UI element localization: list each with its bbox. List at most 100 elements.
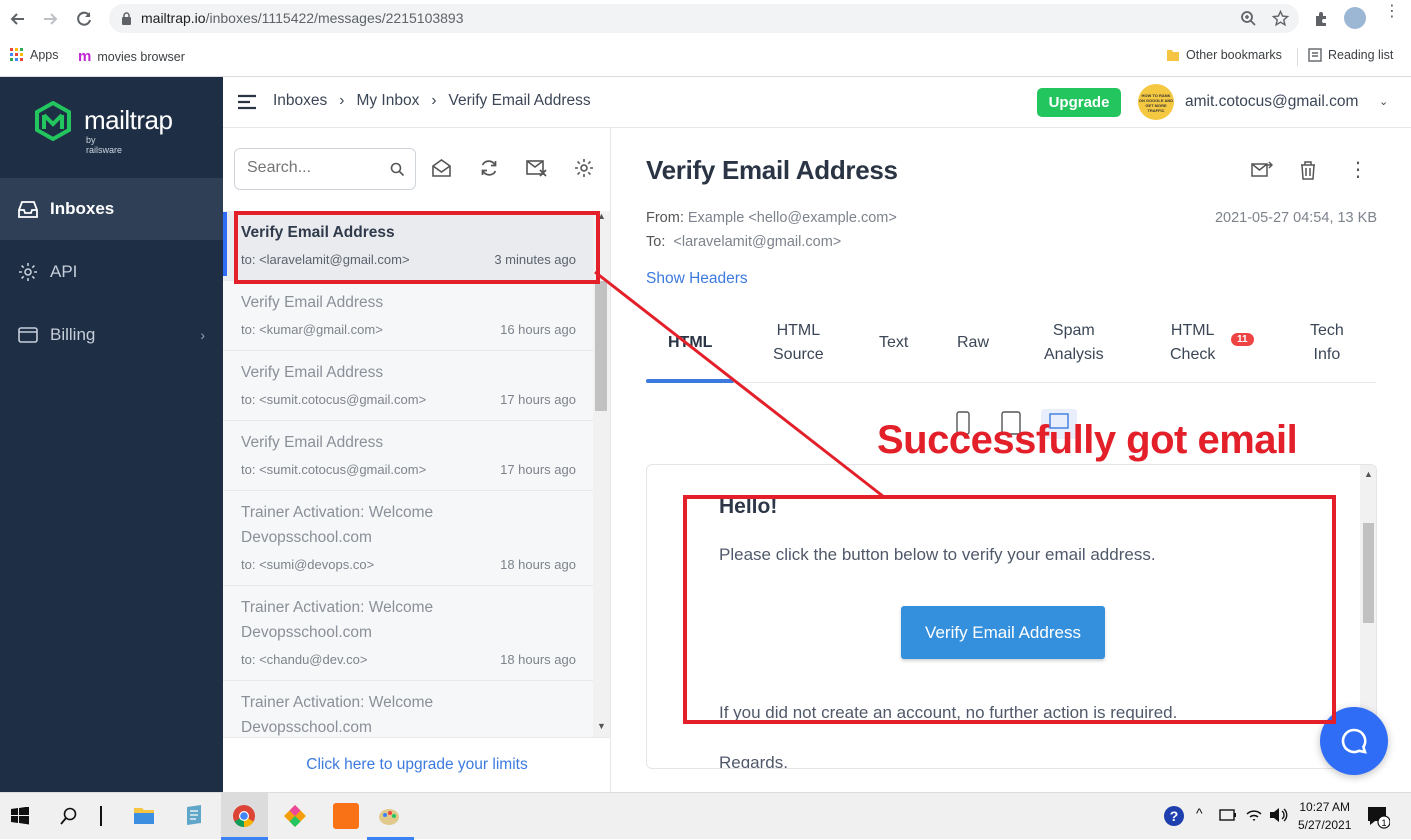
message-row[interactable]: Verify Email Address to: <sumit.cotocus@… xyxy=(223,421,593,491)
tab-html-source[interactable]: HTML Source xyxy=(773,319,824,367)
mailtrap-logo[interactable]: mailtrap by railsware xyxy=(34,101,173,155)
tab-label: HTML xyxy=(1170,322,1215,339)
user-avatar[interactable]: HOW TO RANK ON GOOGLE AND GET MORE TRAFF… xyxy=(1138,84,1174,120)
scroll-up-arrow[interactable]: ▲ xyxy=(1364,469,1373,479)
trash-icon[interactable] xyxy=(1299,161,1317,180)
bookmark-movies-label: movies browser xyxy=(97,49,185,64)
message-time: 17 hours ago xyxy=(500,462,576,477)
list-scrollbar[interactable]: ▲ ▼ xyxy=(593,211,610,737)
settings-gear-icon[interactable] xyxy=(574,158,594,178)
message-time: 16 hours ago xyxy=(500,322,576,337)
tray-chevron-up-icon[interactable]: ^ xyxy=(1196,805,1203,821)
sidebar-item-billing[interactable]: Billing › xyxy=(0,304,223,366)
help-icon[interactable]: ? xyxy=(1163,805,1185,827)
message-row[interactable]: Verify Email Address to: <sumit.cotocus@… xyxy=(223,351,593,421)
tab-html[interactable]: HTML xyxy=(668,331,712,355)
breadcrumb-my-inbox[interactable]: My Inbox xyxy=(356,92,419,110)
hamburger-menu-icon[interactable] xyxy=(237,94,257,110)
refresh-icon[interactable] xyxy=(479,158,499,178)
forward-arrow-icon[interactable] xyxy=(40,9,60,29)
search-icon[interactable] xyxy=(390,162,405,177)
mark-read-icon[interactable] xyxy=(431,158,452,178)
brand-name: mailtrap xyxy=(84,105,173,135)
notepad-icon[interactable] xyxy=(182,803,206,827)
tab-text[interactable]: Text xyxy=(879,331,908,355)
wifi-icon[interactable] xyxy=(1245,806,1263,824)
email-meta: 2021-05-27 04:54, 13 KB xyxy=(1214,210,1377,226)
zoom-icon[interactable] xyxy=(1240,10,1257,27)
lock-icon xyxy=(122,12,131,25)
search-box[interactable] xyxy=(234,148,416,190)
gear-icon xyxy=(19,263,37,281)
scroll-down-arrow[interactable]: ▼ xyxy=(597,721,606,731)
bookmark-other[interactable]: Other bookmarks xyxy=(1166,48,1282,62)
from-value: Example <hello@example.com> xyxy=(687,210,897,226)
message-subject: Trainer Activation: Welcome Devopsschool… xyxy=(241,599,434,641)
windows-start-icon[interactable] xyxy=(11,807,29,825)
message-row[interactable]: Verify Email Address to: <kumar@gmail.co… xyxy=(223,281,593,351)
forward-email-icon[interactable] xyxy=(1251,161,1273,179)
breadcrumb-separator: › xyxy=(339,92,345,109)
sidebar-item-inboxes[interactable]: Inboxes xyxy=(0,178,223,240)
volume-icon[interactable] xyxy=(1268,806,1288,824)
bookmark-apps[interactable]: Apps xyxy=(10,48,59,62)
reading-list[interactable]: Reading list xyxy=(1308,48,1393,62)
show-headers-link[interactable]: Show Headers xyxy=(646,270,748,288)
tab-html-check[interactable]: HTML Check xyxy=(1170,319,1215,367)
annotation-box-email-body xyxy=(683,495,1336,724)
reading-list-icon xyxy=(1308,48,1322,62)
message-time: 18 hours ago xyxy=(500,652,576,667)
battery-icon[interactable] xyxy=(1219,809,1237,821)
card-icon xyxy=(18,327,38,343)
message-row[interactable]: Trainer Activation: Welcome Devopsschool… xyxy=(223,681,593,737)
search-icon[interactable] xyxy=(60,807,78,825)
to-label: To: xyxy=(646,234,666,250)
tab-tech-info[interactable]: Tech Info xyxy=(1310,319,1344,367)
brand-sub: by railsware xyxy=(86,135,123,155)
sidebar-item-label: Billing xyxy=(50,325,96,344)
html-check-badge: 11 xyxy=(1231,333,1254,346)
upgrade-button[interactable]: Upgrade xyxy=(1037,88,1121,117)
notification-center-icon[interactable]: 1 xyxy=(1366,805,1390,829)
back-arrow-icon[interactable] xyxy=(8,9,28,29)
address-bar[interactable]: mailtrap.io/inboxes/1115422/messages/221… xyxy=(109,4,1299,33)
file-explorer-icon[interactable] xyxy=(133,804,155,826)
folder-icon xyxy=(1167,50,1179,61)
user-email[interactable]: amit.cotocus@gmail.com xyxy=(1185,93,1358,111)
upgrade-limits-link[interactable]: Click here to upgrade your limits xyxy=(223,737,611,792)
message-row[interactable]: Trainer Activation: Welcome Devopsschool… xyxy=(223,586,593,681)
scroll-thumb[interactable] xyxy=(1363,523,1374,623)
scroll-thumb[interactable] xyxy=(595,281,607,411)
active-tab-underline xyxy=(646,379,734,383)
tab-spam-analysis[interactable]: Spam Analysis xyxy=(1044,319,1104,367)
paint-taskbar-button[interactable] xyxy=(367,793,414,840)
message-row[interactable]: Trainer Activation: Welcome Devopsschool… xyxy=(223,491,593,586)
browser-menu-icon[interactable]: ⋮ xyxy=(1384,4,1400,20)
clock-date: 5/27/2021 xyxy=(1298,818,1352,832)
xampp-icon[interactable] xyxy=(333,803,359,829)
tab-label: HTML xyxy=(668,334,713,351)
bookmark-other-label: Other bookmarks xyxy=(1186,48,1282,62)
sidebar-item-api[interactable]: API xyxy=(0,241,223,303)
profile-avatar[interactable] xyxy=(1344,7,1366,29)
breadcrumb-inboxes[interactable]: Inboxes xyxy=(273,92,327,110)
tab-raw[interactable]: Raw xyxy=(957,331,989,355)
task-view-icon[interactable] xyxy=(100,806,102,826)
more-options-icon[interactable]: ⋮ xyxy=(1348,157,1368,182)
tray-clock[interactable]: 10:27 AM 5/27/2021 xyxy=(1298,798,1351,834)
search-input[interactable] xyxy=(247,159,387,177)
reload-icon[interactable] xyxy=(74,9,94,29)
message-recipient: to: <sumi@devops.co> xyxy=(241,557,375,572)
bookmark-apps-label: Apps xyxy=(30,48,59,62)
tab-label: Analysis xyxy=(1044,346,1104,363)
chrome-taskbar-button[interactable] xyxy=(221,793,268,840)
git-icon[interactable] xyxy=(283,804,307,828)
clear-inbox-icon[interactable] xyxy=(526,158,548,178)
paint-icon xyxy=(379,809,399,825)
message-recipient: to: <sumit.cotocus@gmail.com> xyxy=(241,462,427,477)
chevron-down-icon[interactable]: ⌄ xyxy=(1379,95,1388,108)
extensions-puzzle-icon[interactable] xyxy=(1313,10,1331,28)
bookmark-movies[interactable]: m movies browser xyxy=(78,48,185,65)
tab-label: Check xyxy=(1170,346,1216,363)
bookmark-star-icon[interactable] xyxy=(1272,10,1289,27)
